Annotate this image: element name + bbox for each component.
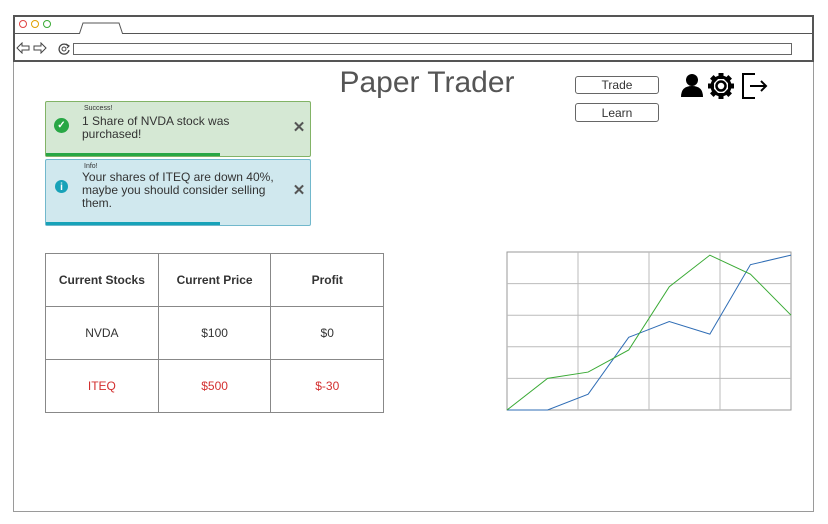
- price-cell: $500: [157, 359, 272, 413]
- user-icon[interactable]: [679, 72, 705, 98]
- gear-icon[interactable]: [707, 72, 735, 100]
- stocks-table: Current Stocks Current Price Profit NVDA…: [45, 253, 384, 413]
- column-header: Profit: [270, 253, 384, 307]
- alert-progress-bar: [46, 222, 221, 225]
- browser-titlebar: [13, 15, 814, 35]
- alert-message: 1 Share of NVDA stock was purchased!: [82, 114, 230, 141]
- alert-heading: Success!: [84, 105, 113, 112]
- column-header: Current Price: [157, 253, 272, 307]
- close-icon[interactable]: ✕: [292, 183, 306, 198]
- check-circle-icon: ✓: [54, 118, 69, 133]
- maximize-window-icon[interactable]: [43, 20, 51, 28]
- success-alert: Success! ✓ 1 Share of NVDA stock was pur…: [45, 101, 311, 157]
- profit-cell: $0: [270, 306, 384, 360]
- alert-heading: Info!: [84, 163, 98, 170]
- alert-message: Your shares of ITEQ are down 40%, maybe …: [82, 170, 274, 210]
- logout-icon[interactable]: [741, 72, 769, 100]
- stock-cell: NVDA: [45, 306, 159, 360]
- minimize-window-icon[interactable]: [31, 20, 39, 28]
- info-alert: Info! i Your shares of ITEQ are down 40%…: [45, 159, 311, 226]
- table-row[interactable]: ITEQ $500 $-30: [45, 359, 384, 413]
- profit-cell: $-30: [270, 359, 384, 413]
- info-circle-icon: i: [55, 180, 68, 193]
- url-input[interactable]: [73, 43, 792, 55]
- stock-chart: [506, 251, 792, 411]
- table-row[interactable]: NVDA $100 $0: [45, 306, 384, 360]
- trade-button[interactable]: Trade: [575, 76, 659, 94]
- stock-cell: ITEQ: [45, 359, 159, 413]
- reload-icon[interactable]: [57, 42, 71, 55]
- back-arrow-icon[interactable]: [16, 42, 30, 54]
- table-header-row: Current Stocks Current Price Profit: [45, 253, 384, 307]
- alert-progress-bar: [46, 153, 221, 156]
- price-cell: $100: [157, 306, 272, 360]
- column-header: Current Stocks: [45, 253, 159, 307]
- close-window-icon[interactable]: [19, 20, 27, 28]
- close-icon[interactable]: ✕: [292, 120, 306, 135]
- learn-button[interactable]: Learn: [575, 103, 659, 122]
- page-title: Paper Trader: [339, 66, 515, 99]
- forward-arrow-icon[interactable]: [33, 42, 47, 54]
